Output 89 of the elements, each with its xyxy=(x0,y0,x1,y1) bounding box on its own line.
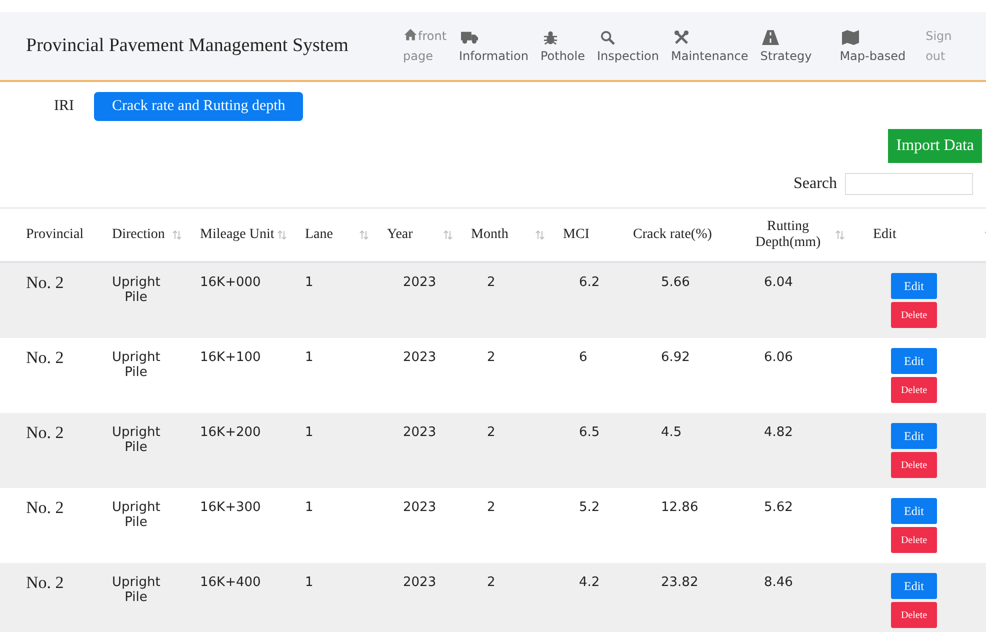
table-cell: 2023 xyxy=(403,275,436,290)
table-cell: Upright Pile xyxy=(112,350,160,380)
edit-button[interactable]: Edit xyxy=(891,498,937,524)
table-cell: Upright Pile xyxy=(112,275,160,305)
table-cell: 16K+000 xyxy=(200,275,261,290)
search-label: Search xyxy=(793,175,837,193)
sort-icon[interactable] xyxy=(359,230,369,240)
table-cell: 16K+300 xyxy=(200,500,261,515)
sort-icon[interactable] xyxy=(835,230,845,240)
edit-button[interactable]: Edit xyxy=(891,573,937,599)
table-cell: 4.82 xyxy=(764,425,793,440)
table-cell: No. 2 xyxy=(26,573,64,592)
home-icon xyxy=(403,28,418,42)
column-header[interactable]: Provincial xyxy=(26,227,84,243)
table-cell: 2 xyxy=(487,425,496,440)
table-cell: 8.46 xyxy=(764,575,793,590)
column-header[interactable]: Crack rate(%) xyxy=(633,227,712,243)
column-header[interactable]: Mileage Unit xyxy=(200,227,274,243)
table-cell: 4.5 xyxy=(661,425,682,440)
nav-link[interactable]: Pothole xyxy=(535,30,590,62)
delete-button[interactable]: Delete xyxy=(891,377,937,403)
table-cell: 6.04 xyxy=(764,275,793,290)
column-header[interactable]: Month xyxy=(471,227,508,243)
table-cell: 2023 xyxy=(403,425,436,440)
sort-icon[interactable] xyxy=(443,230,453,240)
table-cell: Upright Pile xyxy=(112,575,160,605)
table-cell: No. 2 xyxy=(26,348,64,367)
sort-icon[interactable] xyxy=(277,230,287,240)
sort-icon[interactable] xyxy=(535,230,545,240)
table-cell: No. 2 xyxy=(26,273,64,292)
column-header[interactable]: Edit xyxy=(873,227,896,243)
column-header[interactable]: Year xyxy=(387,227,413,243)
column-header[interactable]: Rutting Depth(mm) xyxy=(748,219,828,251)
nav-link[interactable]: Map-based xyxy=(834,30,911,62)
search-field[interactable] xyxy=(845,173,973,195)
table-cell: 5.62 xyxy=(764,500,793,515)
tab[interactable]: Crack rate and Rutting depth xyxy=(94,92,304,121)
table-cell: 6.5 xyxy=(579,425,600,440)
app-title: Provincial Pavement Management System xyxy=(26,35,350,57)
table-cell: 2 xyxy=(487,575,496,590)
table-cell: 6 xyxy=(579,350,588,365)
tools-icon xyxy=(672,30,690,44)
table-cell: 2 xyxy=(487,500,496,515)
table-cell: 5.2 xyxy=(579,500,600,515)
delete-button[interactable]: Delete xyxy=(891,452,937,478)
table-cell: 2 xyxy=(487,350,496,365)
table-cell: No. 2 xyxy=(26,423,64,442)
sort-icon[interactable] xyxy=(172,230,182,240)
column-header[interactable]: MCI xyxy=(563,227,590,243)
table-cell: 6.06 xyxy=(764,350,793,365)
table-cell: 2023 xyxy=(403,500,436,515)
table-cell: 16K+100 xyxy=(200,350,261,365)
table-cell: 16K+400 xyxy=(200,575,261,590)
road-icon xyxy=(762,30,780,44)
table-cell: 6.92 xyxy=(661,350,690,365)
table-cell: No. 2 xyxy=(26,498,64,517)
table-cell: 16K+200 xyxy=(200,425,261,440)
table-cell: 1 xyxy=(305,500,314,515)
edit-button[interactable]: Edit xyxy=(891,273,937,299)
column-header[interactable]: Direction xyxy=(112,227,165,243)
table-cell: 12.86 xyxy=(661,500,698,515)
table-cell: Upright Pile xyxy=(112,500,160,530)
delete-button[interactable]: Delete xyxy=(891,527,937,553)
table-cell: 1 xyxy=(305,575,314,590)
table-cell: 2 xyxy=(487,275,496,290)
delete-button[interactable]: Delete xyxy=(891,302,937,328)
table-cell: 1 xyxy=(305,350,314,365)
truck-icon xyxy=(461,30,478,44)
table-cell: 6.2 xyxy=(579,275,600,290)
table-cell: 1 xyxy=(305,425,314,440)
column-header[interactable]: Lane xyxy=(305,227,333,243)
table-cell: 2023 xyxy=(403,575,436,590)
table-cell: 1 xyxy=(305,275,314,290)
search-icon xyxy=(599,30,616,44)
nav-link[interactable]: Information xyxy=(454,30,534,62)
table-cell: 2023 xyxy=(403,350,436,365)
edit-button[interactable]: Edit xyxy=(891,423,937,449)
table-cell: Upright Pile xyxy=(112,425,160,455)
nav-link[interactable]: Maintenance xyxy=(666,30,754,62)
bug-icon xyxy=(542,30,560,44)
table-cell: 5.66 xyxy=(661,275,690,290)
table-cell: 4.2 xyxy=(579,575,600,590)
edit-button[interactable]: Edit xyxy=(891,348,937,374)
nav-link[interactable]: Strategy xyxy=(755,30,817,62)
tab[interactable]: IRI xyxy=(54,93,74,120)
nav-link[interactable]: Inspection xyxy=(592,30,664,62)
delete-button[interactable]: Delete xyxy=(891,602,937,628)
table-cell: 23.82 xyxy=(661,575,698,590)
map-icon xyxy=(842,30,859,44)
